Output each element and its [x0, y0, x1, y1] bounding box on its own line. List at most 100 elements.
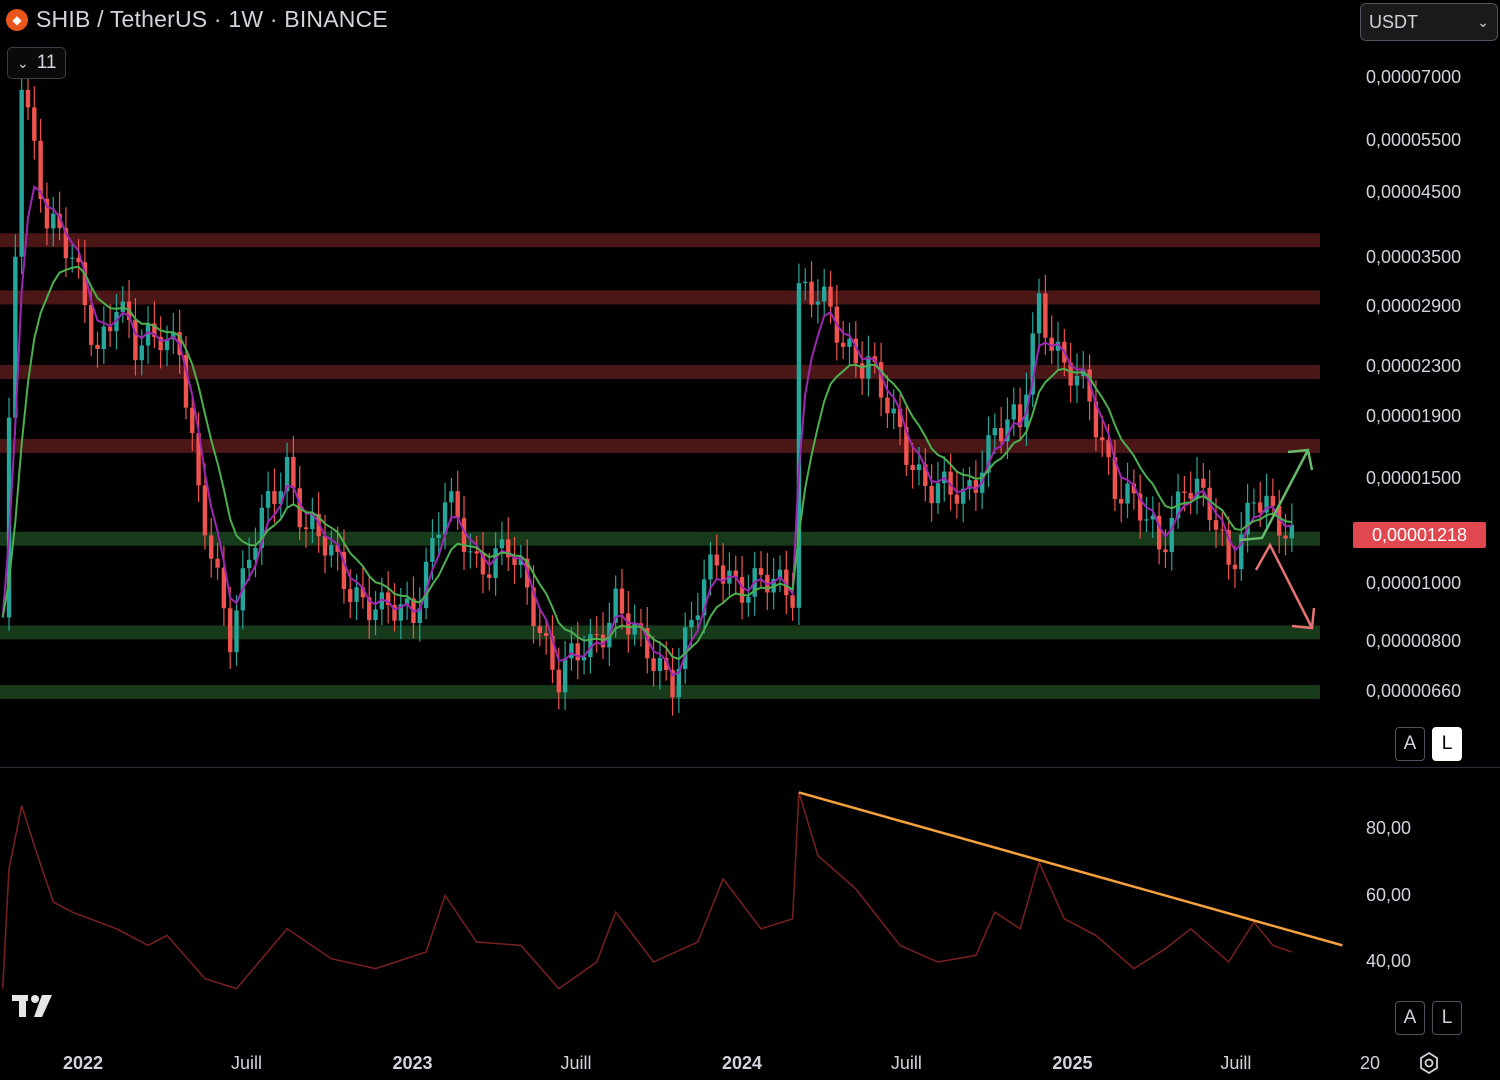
- rsi-auto-scale-button[interactable]: A: [1395, 1001, 1425, 1035]
- ma-slow-line: [1, 265, 1292, 661]
- candle-body: [581, 657, 587, 661]
- candle-body: [1258, 502, 1263, 513]
- tradingview-logo[interactable]: [12, 993, 60, 1024]
- price-tick-label: 0,00002300: [1366, 356, 1462, 377]
- support-zone: [0, 625, 1320, 640]
- candle-body: [88, 305, 94, 345]
- candle-body: [1074, 375, 1080, 386]
- candle-body: [708, 554, 713, 580]
- chevron-down-icon: ⌄: [17, 54, 29, 71]
- price-tick-label: 0,00001000: [1366, 572, 1462, 593]
- indicator-count: 11: [36, 52, 57, 73]
- candle-body: [657, 658, 663, 671]
- rsi-tick-label: 60,00: [1366, 884, 1412, 905]
- candle-body: [474, 551, 479, 554]
- candle-body: [954, 494, 960, 504]
- candle-body: [556, 669, 561, 693]
- candle-body: [1011, 404, 1016, 420]
- pane-divider[interactable]: [0, 767, 1500, 768]
- price-tick-label: 0,00001900: [1366, 406, 1462, 427]
- shiba-coin-icon[interactable]: ◆: [6, 8, 28, 31]
- price-tick-label: 0,00001500: [1366, 467, 1462, 488]
- candle-body: [866, 356, 871, 379]
- support-zone: [0, 531, 1320, 546]
- candle-body: [461, 518, 467, 553]
- candle-body: [487, 574, 492, 578]
- price-tick-label: 0,00005500: [1366, 129, 1462, 150]
- candle-body: [272, 491, 277, 504]
- resistance-zone: [0, 233, 1320, 248]
- candle-body: [70, 257, 75, 259]
- candle-body: [133, 319, 138, 361]
- candle-body: [935, 483, 941, 504]
- chart-header: ◆ SHIB / TetherUS · 1W · BINANCE: [6, 6, 388, 33]
- candle-body: [1119, 498, 1124, 504]
- candle-body: [449, 491, 454, 503]
- auto-scale-button[interactable]: A: [1395, 727, 1425, 761]
- candle-body: [234, 610, 239, 653]
- candle-body: [19, 89, 24, 257]
- candle-body: [594, 634, 599, 636]
- time-tick-label: 2023: [392, 1053, 433, 1073]
- candle-body: [859, 363, 865, 379]
- chart-canvas[interactable]: [0, 0, 1500, 1080]
- candle-body: [190, 407, 195, 434]
- resistance-zone: [0, 364, 1320, 379]
- candle-body: [1188, 492, 1193, 499]
- candle-body: [822, 286, 827, 302]
- currency-label: USDT: [1369, 11, 1418, 32]
- candle-body: [354, 587, 359, 602]
- price-tick-label: 0,00004500: [1366, 181, 1462, 202]
- candle-body: [348, 589, 353, 602]
- candle-body: [537, 626, 543, 634]
- rsi-log-scale-button[interactable]: L: [1432, 1001, 1462, 1035]
- candle-body: [815, 301, 821, 305]
- projection-arrow-down: [1254, 542, 1314, 629]
- candle-body: [746, 596, 751, 603]
- time-tick-label: 2025: [1052, 1053, 1093, 1073]
- resistance-zone: [0, 290, 1320, 305]
- log-scale-button[interactable]: L: [1432, 727, 1462, 761]
- candle-body: [998, 427, 1004, 442]
- candle-body: [828, 286, 833, 307]
- candle-body: [139, 345, 144, 361]
- candle-body: [619, 588, 625, 614]
- candle-body: [1283, 535, 1288, 539]
- price-tick-label: 0,00007000: [1366, 67, 1462, 87]
- candle-body: [1182, 491, 1187, 493]
- candle-body: [1201, 478, 1206, 488]
- time-tick-label: Juill: [230, 1053, 262, 1073]
- candle-body: [885, 397, 890, 414]
- candle-body: [695, 615, 701, 620]
- candle-body: [992, 427, 998, 436]
- candle-body: [1125, 483, 1130, 504]
- symbol-title[interactable]: SHIB / TetherUS · 1W · BINANCE: [36, 6, 388, 33]
- candle-body: [689, 619, 694, 628]
- projection-arrow-up: [1239, 449, 1310, 542]
- price-tick-label: 0,00003500: [1366, 247, 1462, 268]
- candle-body: [291, 456, 296, 489]
- candle-body: [891, 408, 896, 414]
- candle-body: [916, 464, 922, 471]
- indicators-toggle[interactable]: ⌄ 11: [7, 47, 67, 79]
- candle-body: [215, 558, 220, 568]
- time-tick-label: Juill: [1220, 1053, 1252, 1073]
- candle-body: [809, 281, 814, 305]
- price-tick-label: 0,00002900: [1366, 296, 1462, 317]
- candle-body: [1163, 549, 1168, 553]
- price-tick-label: 0,00000660: [1366, 681, 1462, 701]
- candle-body: [840, 342, 846, 347]
- candle-body: [575, 643, 580, 661]
- candle-body: [1100, 437, 1105, 441]
- candle-body: [209, 535, 214, 559]
- candle-body: [493, 548, 498, 578]
- candle-body: [101, 326, 107, 350]
- currency-select[interactable]: USDT ⌄: [1360, 3, 1498, 41]
- candle-body: [1144, 519, 1149, 521]
- settings-gear-icon[interactable]: [1417, 1051, 1441, 1075]
- candle-body: [1251, 502, 1257, 504]
- ma-fast-line: [1, 185, 1292, 677]
- candle-body: [758, 568, 764, 575]
- candle-body: [246, 559, 252, 569]
- price-tick-label: 0,00000800: [1366, 630, 1462, 651]
